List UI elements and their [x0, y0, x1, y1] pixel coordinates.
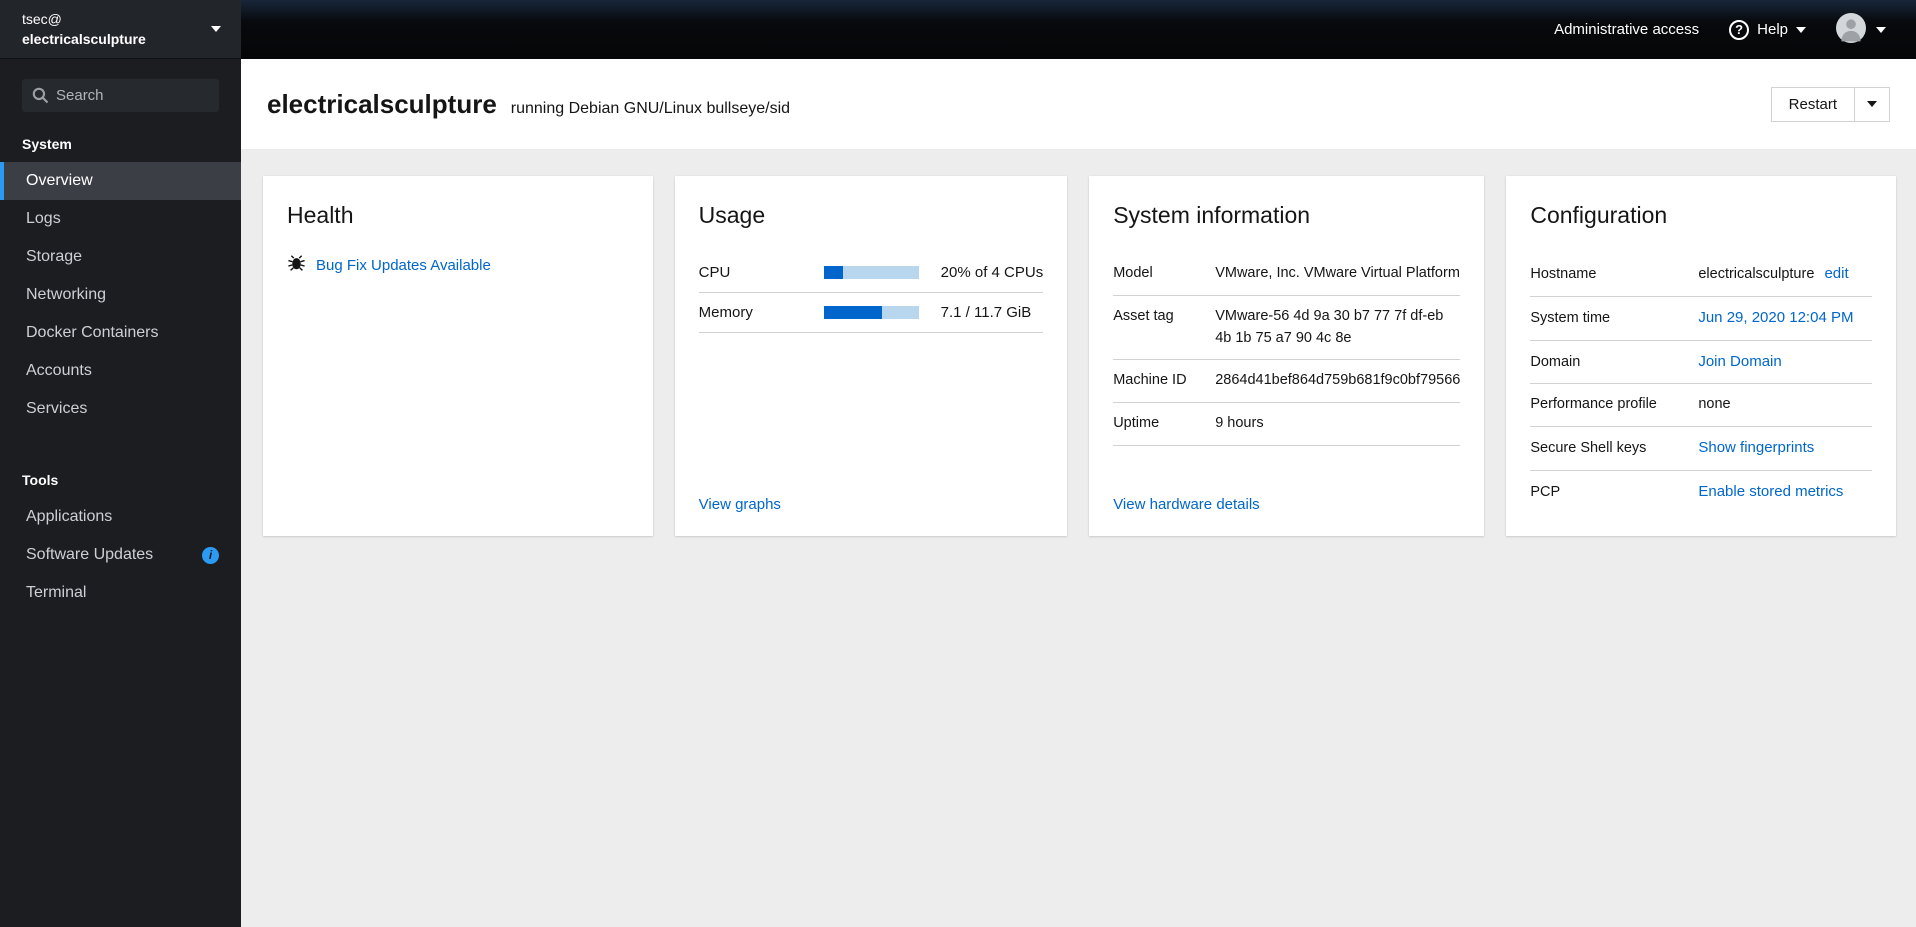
host-switcher-label: tsec@ electricalsculpture: [22, 9, 146, 50]
chevron-down-icon: [1867, 101, 1877, 107]
uptime-row: Uptime 9 hours: [1113, 403, 1461, 446]
model-row: Model VMware, Inc. VMware Virtual Platfo…: [1113, 253, 1461, 296]
bug-fix-updates-link[interactable]: Bug Fix Updates Available: [316, 257, 491, 274]
join-domain-link[interactable]: Join Domain: [1698, 351, 1872, 374]
domain-row: Domain Join Domain: [1530, 341, 1872, 385]
health-card-title: Health: [287, 202, 354, 228]
memory-progress-bar: [823, 306, 919, 319]
sidebar-item-applications[interactable]: Applications: [0, 498, 241, 536]
chevron-down-icon: [211, 26, 221, 32]
switcher-user: tsec@: [22, 10, 62, 27]
sidebar-item-services[interactable]: Services: [0, 390, 241, 428]
cpu-progress-bar: [823, 266, 919, 279]
configuration-title: Configuration: [1530, 202, 1668, 228]
sidebar-item-networking[interactable]: Networking: [0, 276, 241, 314]
sidebar-item-terminal[interactable]: Terminal: [0, 574, 241, 612]
restart-button[interactable]: Restart: [1772, 88, 1854, 121]
search-input[interactable]: [22, 79, 219, 112]
sidebar-item-accounts[interactable]: Accounts: [0, 352, 241, 390]
page-title-hostname: electricalsculpture: [267, 88, 497, 119]
performance-profile-row: Performance profile none: [1530, 384, 1872, 427]
hostname-row: Hostname electricalsculpture edit: [1530, 253, 1872, 297]
configuration-card: Configuration Hostname electricalsculptu…: [1506, 176, 1896, 536]
bug-icon: [287, 253, 306, 277]
sidebar-item-logs[interactable]: Logs: [0, 200, 241, 238]
sidebar-item-docker-containers[interactable]: Docker Containers: [0, 314, 241, 352]
chevron-down-icon: [1876, 26, 1886, 33]
show-fingerprints-link[interactable]: Show fingerprints: [1698, 437, 1872, 460]
sidebar: tsec@ electricalsculpture System Overvie…: [0, 0, 241, 927]
administrative-access-button[interactable]: Administrative access: [1542, 13, 1711, 46]
sidebar-item-software-updates[interactable]: Software Updates i: [0, 536, 241, 574]
enable-stored-metrics-link[interactable]: Enable stored metrics: [1698, 481, 1872, 504]
info-circle-icon: i: [202, 546, 219, 564]
help-icon: ?: [1729, 19, 1750, 40]
uptime-value: 9 hours: [1215, 415, 1264, 431]
cockpit-app: tsec@ electricalsculpture System Overvie…: [0, 0, 1916, 927]
sidebar-nav: System Overview Logs Storage Networking …: [0, 124, 241, 612]
restart-split-button: Restart: [1770, 86, 1890, 122]
machine-id-value: 2864d41bef864d759b681f9c0bf79566: [1215, 372, 1461, 389]
help-menu-button[interactable]: ? Help: [1717, 12, 1818, 48]
restart-dropdown-toggle[interactable]: [1854, 87, 1889, 121]
page-header: electricalsculpture running Debian GNU/L…: [241, 59, 1916, 149]
hostname-value: electricalsculpture edit: [1698, 265, 1849, 282]
usage-card: Usage CPU 20% of 4 CPUs Memory 7.1 / 11.…: [674, 176, 1068, 536]
model-value: VMware, Inc. VMware Virtual Platform: [1215, 265, 1460, 281]
health-card: Health Bug Fix Updates Available: [263, 176, 653, 536]
chevron-down-icon: [1796, 26, 1806, 33]
cpu-label: CPU: [698, 264, 731, 281]
view-hardware-details-link[interactable]: View hardware details: [1113, 496, 1259, 513]
cpu-usage-value: 20% of 4 CPUs: [940, 264, 1044, 281]
nav-section-tools: Tools: [22, 472, 59, 488]
avatar: [1836, 12, 1866, 47]
overview-content: Health Bug Fix Updates Available Usage C…: [241, 149, 1916, 927]
view-graphs-link[interactable]: View graphs: [699, 496, 781, 513]
sidebar-item-storage[interactable]: Storage: [0, 238, 241, 276]
asset-tag-row: Asset tag VMware-56 4d 9a 30 b7 77 7f df…: [1113, 296, 1461, 361]
sidebar-item-overview[interactable]: Overview: [0, 162, 241, 200]
usage-card-title: Usage: [698, 202, 766, 228]
edit-hostname-link[interactable]: edit: [1824, 265, 1848, 282]
memory-usage-row: Memory 7.1 / 11.7 GiB: [698, 293, 1044, 333]
host-switcher[interactable]: tsec@ electricalsculpture: [0, 0, 241, 59]
masthead: Administrative access ? Help: [241, 0, 1916, 59]
page-subtitle-os: running Debian GNU/Linux bullseye/sid: [510, 99, 791, 117]
sidebar-search: [22, 79, 219, 112]
switcher-hostname: electricalsculpture: [22, 31, 146, 47]
secure-shell-keys-row: Secure Shell keys Show fingerprints: [1530, 427, 1872, 471]
memory-usage-value: 7.1 / 11.7 GiB: [940, 304, 1032, 321]
asset-tag-value: VMware-56 4d 9a 30 b7 77 7f df-eb 4b 1b …: [1215, 307, 1444, 346]
cpu-usage-row: CPU 20% of 4 CPUs: [698, 253, 1044, 293]
nav-section-system: System: [22, 136, 72, 152]
system-information-title: System information: [1113, 202, 1311, 228]
memory-label: Memory: [698, 304, 753, 321]
user-menu-button[interactable]: [1824, 5, 1898, 55]
main-area: Administrative access ? Help electricals…: [241, 0, 1916, 927]
performance-profile-value: none: [1698, 396, 1731, 413]
pcp-row: PCP Enable stored metrics: [1530, 471, 1872, 514]
system-information-card: System information Model VMware, Inc. VM…: [1089, 176, 1485, 536]
system-time-row: System time Jun 29, 2020 12:04 PM: [1530, 297, 1872, 341]
machine-id-row: Machine ID 2864d41bef864d759b681f9c0bf79…: [1113, 360, 1461, 403]
health-update-item: Bug Fix Updates Available: [287, 253, 629, 277]
system-time-link[interactable]: Jun 29, 2020 12:04 PM: [1698, 307, 1872, 330]
